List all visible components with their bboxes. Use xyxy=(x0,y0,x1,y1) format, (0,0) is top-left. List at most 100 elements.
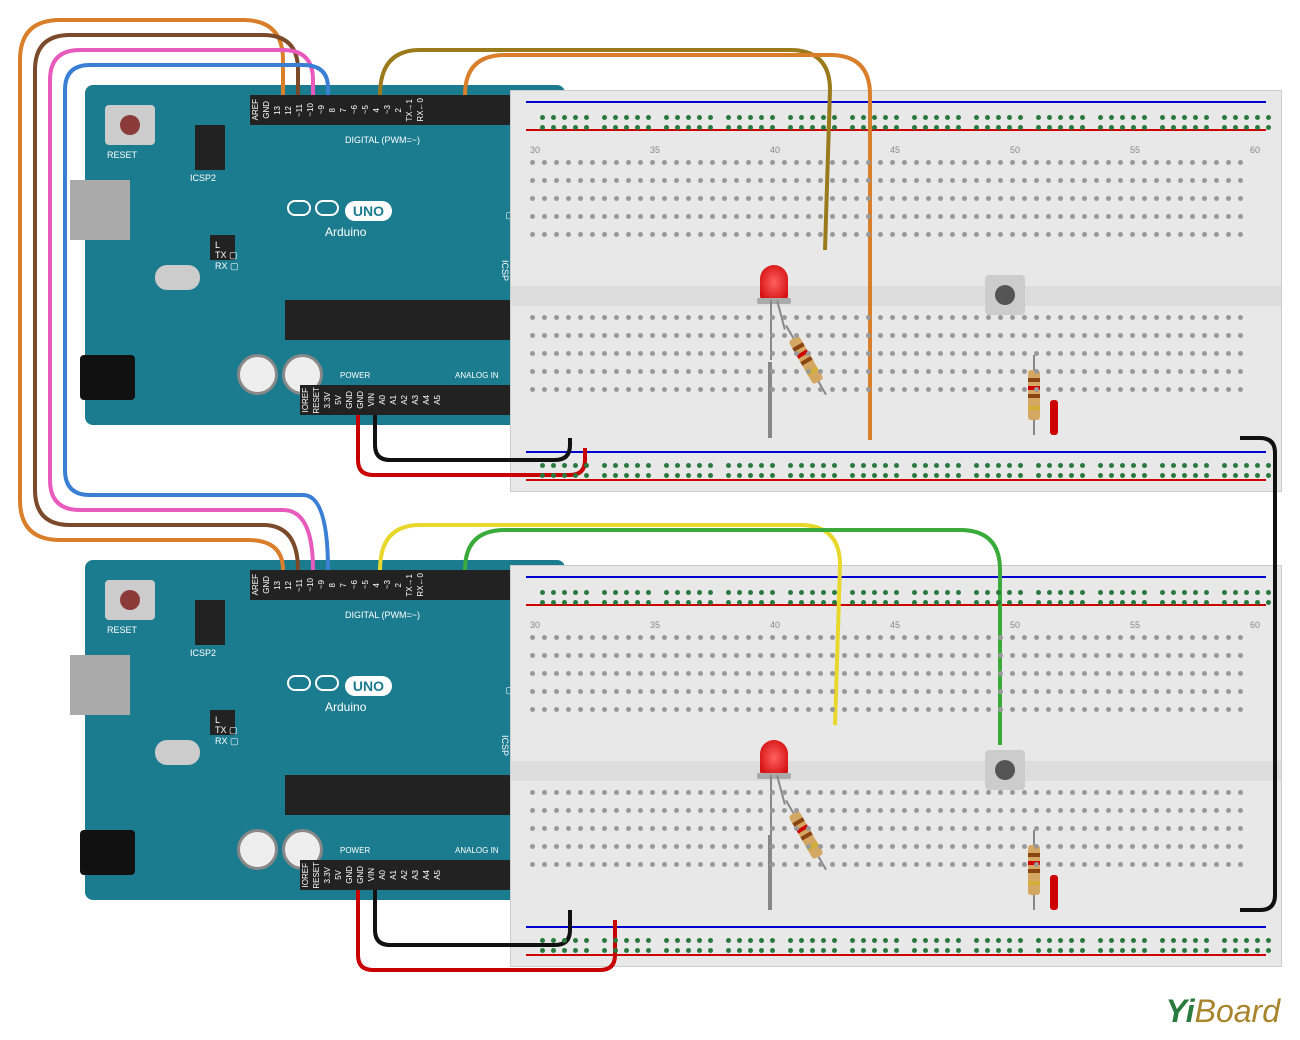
bb-col-num: 30 xyxy=(530,620,540,630)
pin-A1: A1 xyxy=(389,870,398,880)
bb-col-num: 35 xyxy=(650,145,660,155)
pin-VIN: VIN xyxy=(367,868,376,881)
pin-GND: GND xyxy=(262,576,271,594)
pin-8: 8 xyxy=(328,583,337,587)
pin-4: 4 xyxy=(372,108,381,112)
pin-~10: ~10 xyxy=(306,103,315,117)
pin-~11: ~11 xyxy=(295,579,304,592)
pin-GND: GND xyxy=(345,866,354,884)
arduino-logo: UNO xyxy=(285,200,392,219)
pin-13: 13 xyxy=(273,106,282,115)
pin-IOREF: IOREF xyxy=(301,388,310,412)
bb-col-num: 50 xyxy=(1010,620,1020,630)
bb-col-num: 60 xyxy=(1250,620,1260,630)
usb-port xyxy=(70,180,130,240)
pin-GND: GND xyxy=(262,101,271,119)
atmega328-chip xyxy=(285,775,525,815)
resistor-button-1 xyxy=(1028,370,1040,420)
fritzing-diagram: RESET ICSP ICSP2 AREFGND1312~11~10~987~6… xyxy=(0,0,1300,1040)
bb-col-num: 60 xyxy=(1250,145,1260,155)
pin-GND: GND xyxy=(356,866,365,884)
pin-5V: 5V xyxy=(334,870,343,880)
bb-col-num: 50 xyxy=(1010,145,1020,155)
bb-col-num: 40 xyxy=(770,145,780,155)
atmega328-chip xyxy=(285,300,525,340)
pin-~6: ~6 xyxy=(350,105,359,114)
push-button-2 xyxy=(985,750,1025,790)
pin-VIN: VIN xyxy=(367,393,376,406)
watermark: YiBoard xyxy=(1166,993,1280,1030)
pin-8: 8 xyxy=(328,108,337,112)
pin-RX←0: RX←0 xyxy=(416,98,425,122)
pin-3.3V: 3.3V xyxy=(323,867,332,883)
pin-A0: A0 xyxy=(378,395,387,405)
pin-A2: A2 xyxy=(400,870,409,880)
digital-pins-header: AREFGND1312~11~10~987~6~54~32TX→1RX←0 xyxy=(250,570,550,600)
pin-7: 7 xyxy=(339,583,348,587)
pin-A4: A4 xyxy=(422,395,431,405)
pin-AREF: AREF xyxy=(251,99,260,120)
pin-RX←0: RX←0 xyxy=(416,573,425,597)
arduino-logo: UNO xyxy=(285,675,392,694)
crystal xyxy=(155,265,200,290)
bb-col-num: 55 xyxy=(1130,145,1140,155)
power-analog-header: IOREFRESET3.3V5VGNDGNDVINA0A1A2A3A4A5 xyxy=(300,860,535,890)
usb-port xyxy=(70,655,130,715)
reset-button xyxy=(105,580,155,620)
pin-IOREF: IOREF xyxy=(301,863,310,887)
icsp2-header xyxy=(195,600,225,645)
dc-jack xyxy=(80,830,135,875)
reset-label: RESET xyxy=(107,625,137,635)
pin-~9: ~9 xyxy=(317,105,326,114)
bb-col-num: 45 xyxy=(890,145,900,155)
bb-col-num: 45 xyxy=(890,620,900,630)
pin-~5: ~5 xyxy=(361,105,370,114)
pin-A3: A3 xyxy=(411,870,420,880)
pin-A2: A2 xyxy=(400,395,409,405)
pin-A5: A5 xyxy=(433,870,442,880)
pin-RESET: RESET xyxy=(312,387,321,414)
pin-A0: A0 xyxy=(378,870,387,880)
pin-~9: ~9 xyxy=(317,580,326,589)
jumper-red-2 xyxy=(1050,875,1058,910)
dc-jack xyxy=(80,355,135,400)
pin-4: 4 xyxy=(372,583,381,587)
pin-~11: ~11 xyxy=(295,104,304,117)
pin-TX→1: TX→1 xyxy=(405,574,414,597)
pin-TX→1: TX→1 xyxy=(405,99,414,122)
pin-12: 12 xyxy=(284,581,293,590)
icsp2-header xyxy=(195,125,225,170)
arduino-board-2: RESET ICSP ICSP2 AREFGND1312~11~10~987~6… xyxy=(85,560,565,900)
pin-GND: GND xyxy=(345,391,354,409)
pin-~6: ~6 xyxy=(350,580,359,589)
power-analog-header: IOREFRESET3.3V5VGNDGNDVINA0A1A2A3A4A5 xyxy=(300,385,535,415)
jumper-red-1 xyxy=(1050,400,1058,435)
pin-12: 12 xyxy=(284,106,293,115)
digital-pins-header: AREFGND1312~11~10~987~6~54~32TX→1RX←0 xyxy=(250,95,550,125)
led-red-1 xyxy=(760,265,788,300)
reset-label: RESET xyxy=(107,150,137,160)
bb-col-num: 40 xyxy=(770,620,780,630)
pin-~10: ~10 xyxy=(306,578,315,592)
pin-GND: GND xyxy=(356,391,365,409)
push-button-1 xyxy=(985,275,1025,315)
pin-3.3V: 3.3V xyxy=(323,392,332,408)
pin-AREF: AREF xyxy=(251,574,260,595)
bb-col-num: 30 xyxy=(530,145,540,155)
pin-2: 2 xyxy=(394,583,403,587)
pin-A5: A5 xyxy=(433,395,442,405)
arduino-board-1: RESET ICSP ICSP2 AREFGND1312~11~10~987~6… xyxy=(85,85,565,425)
pin-~3: ~3 xyxy=(383,580,392,589)
pin-~5: ~5 xyxy=(361,580,370,589)
led-red-2 xyxy=(760,740,788,775)
pin-A3: A3 xyxy=(411,395,420,405)
pin-13: 13 xyxy=(273,581,282,590)
pin-5V: 5V xyxy=(334,395,343,405)
reset-button xyxy=(105,105,155,145)
pin-7: 7 xyxy=(339,108,348,112)
resistor-button-2 xyxy=(1028,845,1040,895)
bb-col-num: 35 xyxy=(650,620,660,630)
pin-~3: ~3 xyxy=(383,105,392,114)
bb-col-num: 55 xyxy=(1130,620,1140,630)
pin-A1: A1 xyxy=(389,395,398,405)
